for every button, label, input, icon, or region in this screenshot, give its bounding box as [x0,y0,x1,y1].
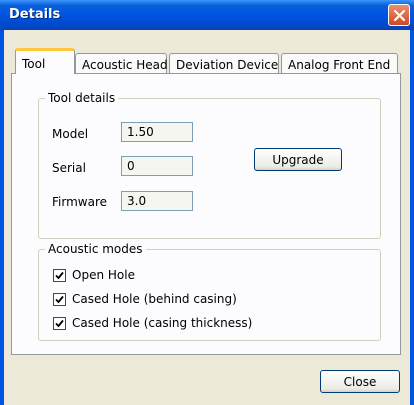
serial-label: Serial [52,161,86,175]
details-dialog: Details Tool Acoustic Head Deviation Dev… [0,0,414,405]
tab-tool[interactable]: Tool [15,48,75,74]
tab-analog-front-end[interactable]: Analog Front End [281,53,398,75]
acoustic-modes-group: Acoustic modes Open Hole Cased Hole (beh… [38,242,381,341]
serial-field[interactable]: 0 [121,156,193,176]
tab-label: Acoustic Head [82,58,168,72]
close-window-button[interactable] [388,4,410,26]
window-frame-left [0,30,4,405]
tool-details-legend: Tool details [45,91,119,105]
checkbox-label: Cased Hole (behind casing) [72,292,237,306]
close-icon [393,9,406,22]
cased-hole-casing-thickness-checkbox[interactable] [53,317,66,330]
checkbox-label: Cased Hole (casing thickness) [72,316,253,330]
window-frame-right [410,30,414,405]
tab-deviation-device[interactable]: Deviation Device [169,53,279,75]
title-bar[interactable]: Details [0,0,414,30]
tab-acoustic-head[interactable]: Acoustic Head [75,53,168,75]
tab-label: Analog Front End [288,58,391,72]
open-hole-checkbox[interactable] [53,269,66,282]
tool-details-group: Tool details Model 1.50 Serial 0 Firmwar… [38,91,381,239]
checkmark-icon [55,295,64,304]
checkbox-label: Open Hole [72,268,135,282]
upgrade-button[interactable]: Upgrade [254,148,342,171]
model-field[interactable]: 1.50 [121,122,193,142]
tab-label: Tool [22,57,46,71]
acoustic-modes-legend: Acoustic modes [45,242,146,256]
model-label: Model [52,127,89,141]
firmware-label: Firmware [52,195,107,209]
checkmark-icon [55,319,64,328]
window-title: Details [9,7,61,22]
checkmark-icon [55,271,64,280]
firmware-field[interactable]: 3.0 [121,191,193,211]
close-button[interactable]: Close [320,370,400,393]
cased-hole-behind-casing-checkbox[interactable] [53,293,66,306]
tab-label: Deviation Device [176,58,279,72]
tab-panel-tool: Tool details Model 1.50 Serial 0 Firmwar… [11,73,401,355]
